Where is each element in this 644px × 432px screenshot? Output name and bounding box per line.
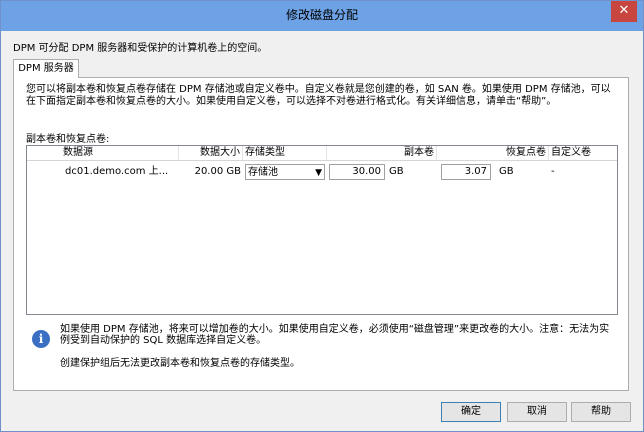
replica-size-input[interactable]: 30.00 bbox=[329, 164, 385, 180]
storage-type-select[interactable]: 存储池 ▼ bbox=[245, 164, 325, 180]
dialog-description: DPM 可分配 DPM 服务器和受保护的计算机卷上的空间。 bbox=[13, 43, 268, 54]
table-row[interactable]: dc01.demo.com 上... 20.00 GB 存储池 ▼ 30.00 … bbox=[27, 161, 617, 183]
ok-button[interactable]: 确定 bbox=[441, 402, 501, 422]
close-button[interactable]: ✕ bbox=[611, 1, 637, 22]
grid-label: 副本卷和恢复点卷: bbox=[26, 134, 110, 145]
column-header-recovery[interactable]: 恢复点卷 bbox=[437, 146, 549, 160]
cancel-button[interactable]: 取消 bbox=[507, 402, 567, 422]
replica-unit: GB bbox=[389, 166, 404, 177]
column-header-datasource[interactable]: 数据源 bbox=[27, 146, 179, 160]
note-autoprotect: 如果使用 DPM 存储池，将来可以增加卷的大小。如果使用自定义卷，必须使用“磁盘… bbox=[60, 324, 610, 346]
title-bar[interactable]: 修改磁盘分配 ✕ bbox=[1, 1, 643, 31]
dialog-window: 修改磁盘分配 ✕ DPM 可分配 DPM 服务器和受保护的计算机卷上的空间。 D… bbox=[0, 0, 644, 432]
custom-volume-cell: - bbox=[551, 166, 555, 177]
data-size-cell: 20.00 GB bbox=[194, 166, 241, 177]
note-storage-type: 创建保护组后无法更改副本卷和恢复点卷的存储类型。 bbox=[60, 358, 300, 369]
column-header-datasize[interactable]: 数据大小 bbox=[179, 146, 243, 160]
tab-dpm-server[interactable]: DPM 服务器 bbox=[13, 59, 79, 78]
column-header-replica[interactable]: 副本卷 bbox=[327, 146, 437, 160]
storage-type-value: 存储池 bbox=[248, 167, 278, 178]
tab-panel: 您可以将副本卷和恢复点卷存储在 DPM 存储池或自定义卷中。自定义卷就是您创建的… bbox=[13, 77, 629, 391]
window-title: 修改磁盘分配 bbox=[285, 8, 358, 22]
column-header-custom[interactable]: 自定义卷 bbox=[549, 146, 617, 160]
volume-grid[interactable]: 数据源 数据大小 存储类型 副本卷 恢复点卷 自定义卷 dc01.demo.co… bbox=[26, 145, 618, 315]
chevron-down-icon: ▼ bbox=[315, 168, 322, 178]
recovery-size-input[interactable]: 3.07 bbox=[441, 164, 491, 180]
help-button[interactable]: 帮助 bbox=[571, 402, 631, 422]
recovery-unit: GB bbox=[499, 166, 514, 177]
grid-header: 数据源 数据大小 存储类型 副本卷 恢复点卷 自定义卷 bbox=[27, 146, 617, 161]
data-source-cell: dc01.demo.com 上... bbox=[65, 166, 169, 177]
info-icon: i bbox=[32, 330, 50, 348]
column-header-storagetype[interactable]: 存储类型 bbox=[243, 146, 327, 160]
info-paragraph: 您可以将副本卷和恢复点卷存储在 DPM 存储池或自定义卷中。自定义卷就是您创建的… bbox=[26, 84, 611, 107]
close-icon: ✕ bbox=[618, 3, 630, 18]
